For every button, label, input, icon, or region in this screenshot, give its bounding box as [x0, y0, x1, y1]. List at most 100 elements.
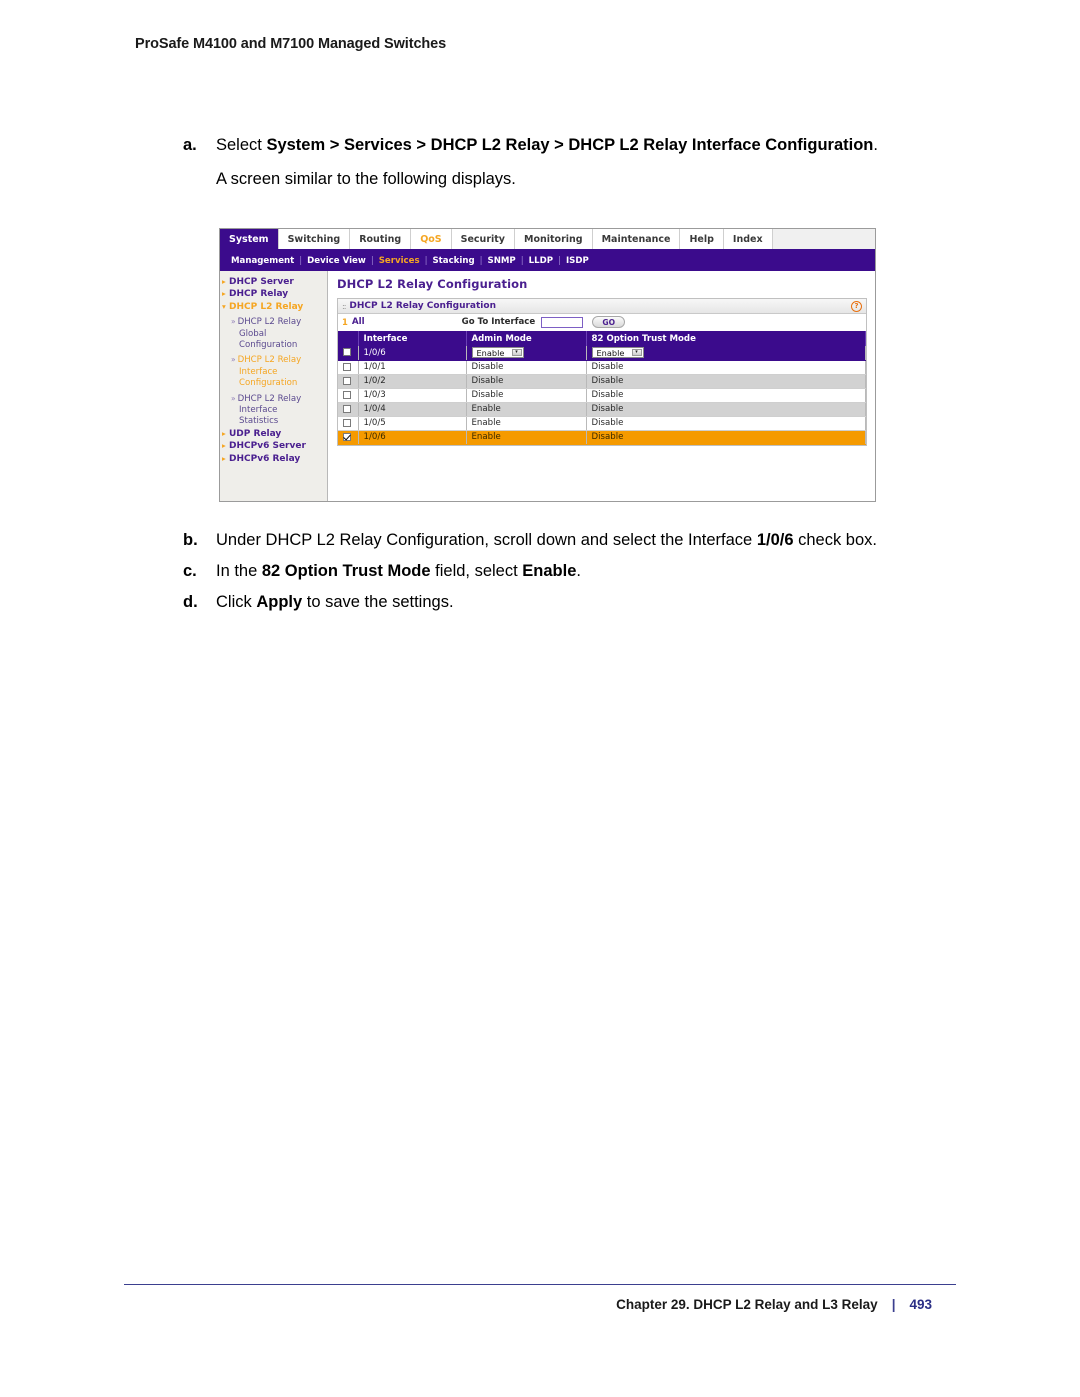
trust-mode-cell: Disable — [586, 388, 866, 403]
table-row[interactable]: 1/0/6 Enable ▾ Enable ▾ — [338, 346, 866, 361]
footer-chapter-label: Chapter 29. DHCP L2 Relay and L3 Relay — [616, 1297, 878, 1312]
page-title: DHCP L2 Relay Configuration — [337, 277, 528, 291]
trust-mode-dropdown[interactable]: Enable ▾ — [591, 347, 644, 358]
trust-mode-cell: Disable — [586, 416, 866, 431]
table-row[interactable]: 1/0/2 Disable Disable — [338, 374, 866, 389]
trust-mode-cell: Disable — [586, 374, 866, 389]
row-checkbox[interactable] — [343, 404, 351, 413]
row-checkbox[interactable] — [343, 376, 351, 385]
sidebar-subitem-dhcp-l2-relay[interactable]: » DHCP L2 Relay — [222, 390, 327, 405]
dhcp-l2-relay-configuration-panel: :: DHCP L2 Relay Configuration ? 1 All G… — [337, 298, 867, 446]
row-checkbox[interactable] — [343, 362, 351, 371]
row-select-cell[interactable] — [338, 360, 359, 375]
subnav-item-stacking[interactable]: Stacking — [427, 256, 479, 266]
dropdown-value: Enable — [596, 347, 625, 358]
tab-switching[interactable]: Switching — [278, 229, 351, 249]
row-select-cell[interactable] — [338, 388, 359, 403]
sidebar-subitem-label: DHCP L2 Relay — [237, 393, 302, 404]
sidebar-item-dhcpv6-relay[interactable]: ▸ DHCPv6 Relay — [222, 453, 327, 465]
table-row[interactable]: 1/0/5 Enable Disable — [338, 416, 866, 431]
chevron-down-icon[interactable]: ▾ — [511, 349, 522, 356]
step-text: Click Apply to save the settings. — [216, 593, 454, 611]
chevron-right-icon: ▸ — [222, 289, 226, 299]
table-row[interactable]: 1/0/6 Enable Disable — [338, 430, 866, 445]
footer-divider — [124, 1284, 956, 1285]
sidebar-subitem-continuation[interactable]: Interface — [222, 405, 327, 416]
subnav-item-services[interactable]: Services — [374, 256, 425, 266]
table-row[interactable]: 1/0/4 Enable Disable — [338, 402, 866, 417]
sidebar-subitem-dhcp-l2-relay[interactable]: » DHCP L2 Relay — [222, 351, 327, 366]
trust-mode-cell[interactable]: Enable ▾ — [586, 346, 866, 361]
sidebar-subitem-label: DHCP L2 Relay — [237, 317, 302, 328]
admin-mode-cell: Enable — [466, 430, 587, 445]
table-row[interactable]: 1/0/3 Disable Disable — [338, 388, 866, 403]
tab-security[interactable]: Security — [451, 229, 515, 249]
row-checkbox[interactable] — [343, 390, 351, 399]
sidebar-item-dhcp-l2-relay[interactable]: ▾ DHCP L2 Relay — [222, 301, 327, 313]
tab-system[interactable]: System — [220, 229, 279, 249]
step-c: c. In the 82 Option Trust Mode field, sel… — [183, 559, 943, 584]
sidebar-subitem-continuation[interactable]: Configuration — [222, 340, 327, 351]
row-select-cell[interactable] — [338, 346, 359, 361]
tab-index[interactable]: Index — [723, 229, 773, 249]
chevron-right-icon: ▾ — [222, 301, 226, 311]
left-navigation-tree: ▸ DHCP Server ▸ DHCP Relay ▾ DHCP L2 Relay» DH… — [220, 271, 328, 501]
filter-index-label: 1 — [342, 317, 348, 327]
sidebar-item-dhcp-relay[interactable]: ▸ DHCP Relay — [222, 288, 327, 300]
row-checkbox[interactable] — [343, 348, 351, 357]
tab-routing[interactable]: Routing — [350, 229, 412, 249]
dropdown-value: Enable — [476, 347, 505, 358]
table-row[interactable]: 1/0/1 Disable Disable — [338, 360, 866, 375]
admin-mode-cell[interactable]: Enable ▾ — [466, 346, 587, 361]
sidebar-item-udp-relay[interactable]: ▸ UDP Relay — [222, 428, 327, 440]
filter-all-link[interactable]: All — [352, 317, 365, 327]
sidebar-subitem-dhcp-l2-relay[interactable]: » DHCP L2 Relay — [222, 313, 327, 328]
go-button[interactable]: GO — [592, 316, 626, 328]
tab-maintenance[interactable]: Maintenance — [592, 229, 681, 249]
instruction-steps-after-figure: b. Under DHCP L2 Relay Configuration, scr… — [183, 528, 943, 621]
row-select-cell[interactable] — [338, 402, 359, 417]
subnav-item-isdp[interactable]: ISDP — [561, 256, 594, 266]
row-checkbox[interactable] — [343, 432, 351, 441]
sidebar-subitem-label: DHCP L2 Relay — [237, 355, 302, 366]
footer-page-number: 493 — [909, 1297, 932, 1312]
subnav-item-management[interactable]: Management — [226, 256, 299, 266]
sidebar-subitem-continuation[interactable]: Interface — [222, 367, 327, 378]
panel-title: DHCP L2 Relay Configuration — [349, 301, 496, 311]
chevron-down-icon[interactable]: ▾ — [631, 349, 642, 356]
step-marker: d. — [183, 593, 198, 611]
chevron-right-icon: ▸ — [222, 428, 226, 438]
admin-mode-cell: Disable — [466, 374, 587, 389]
admin-mode-dropdown[interactable]: Enable ▾ — [471, 347, 524, 358]
sidebar-item-dhcp-server[interactable]: ▸ DHCP Server — [222, 276, 327, 288]
tab-help[interactable]: Help — [680, 229, 724, 249]
row-select-cell[interactable] — [338, 416, 359, 431]
sidebar-subitem-continuation[interactable]: Statistics — [222, 416, 327, 427]
subnav-item-lldp[interactable]: LLDP — [524, 256, 558, 266]
sidebar-subitem-continuation[interactable]: Configuration — [222, 378, 327, 389]
sidebar-item-dhcpv6-server[interactable]: ▸ DHCPv6 Server — [222, 440, 327, 452]
admin-mode-cell: Enable — [466, 416, 587, 431]
row-checkbox[interactable] — [343, 418, 351, 427]
row-select-cell[interactable] — [338, 430, 359, 445]
go-to-interface-input[interactable] — [541, 316, 584, 328]
panel-toolbar: 1 All Go To Interface GO — [338, 314, 866, 331]
step-text: In the 82 Option Trust Mode field, selec… — [216, 562, 581, 580]
figure-intro-note: A screen similar to the following displa… — [216, 170, 516, 188]
chevron-right-icon: ▸ — [222, 453, 226, 463]
subnav-item-snmp[interactable]: SNMP — [483, 256, 521, 266]
instruction-steps-before-figure: a. Select System > Services > DHCP L2 Rel… — [183, 133, 943, 196]
step-text: Under DHCP L2 Relay Configuration, scrol… — [216, 531, 877, 549]
interface-cell: 1/0/3 — [358, 388, 467, 403]
sidebar-subitem-continuation[interactable]: Global — [222, 329, 327, 340]
help-icon[interactable]: ? — [851, 300, 862, 312]
step-a: a. Select System > Services > DHCP L2 Rel… — [183, 133, 943, 158]
panel-header: :: DHCP L2 Relay Configuration ? — [338, 299, 866, 314]
bullet-arrow-icon: » — [231, 317, 236, 327]
tab-monitoring[interactable]: Monitoring — [515, 229, 593, 249]
tab-qos[interactable]: QoS — [411, 229, 452, 249]
footer-separator: | — [891, 1297, 896, 1312]
admin-mode-cell: Enable — [466, 402, 587, 417]
subnav-item-device-view[interactable]: Device View — [302, 256, 371, 266]
row-select-cell[interactable] — [338, 374, 359, 389]
